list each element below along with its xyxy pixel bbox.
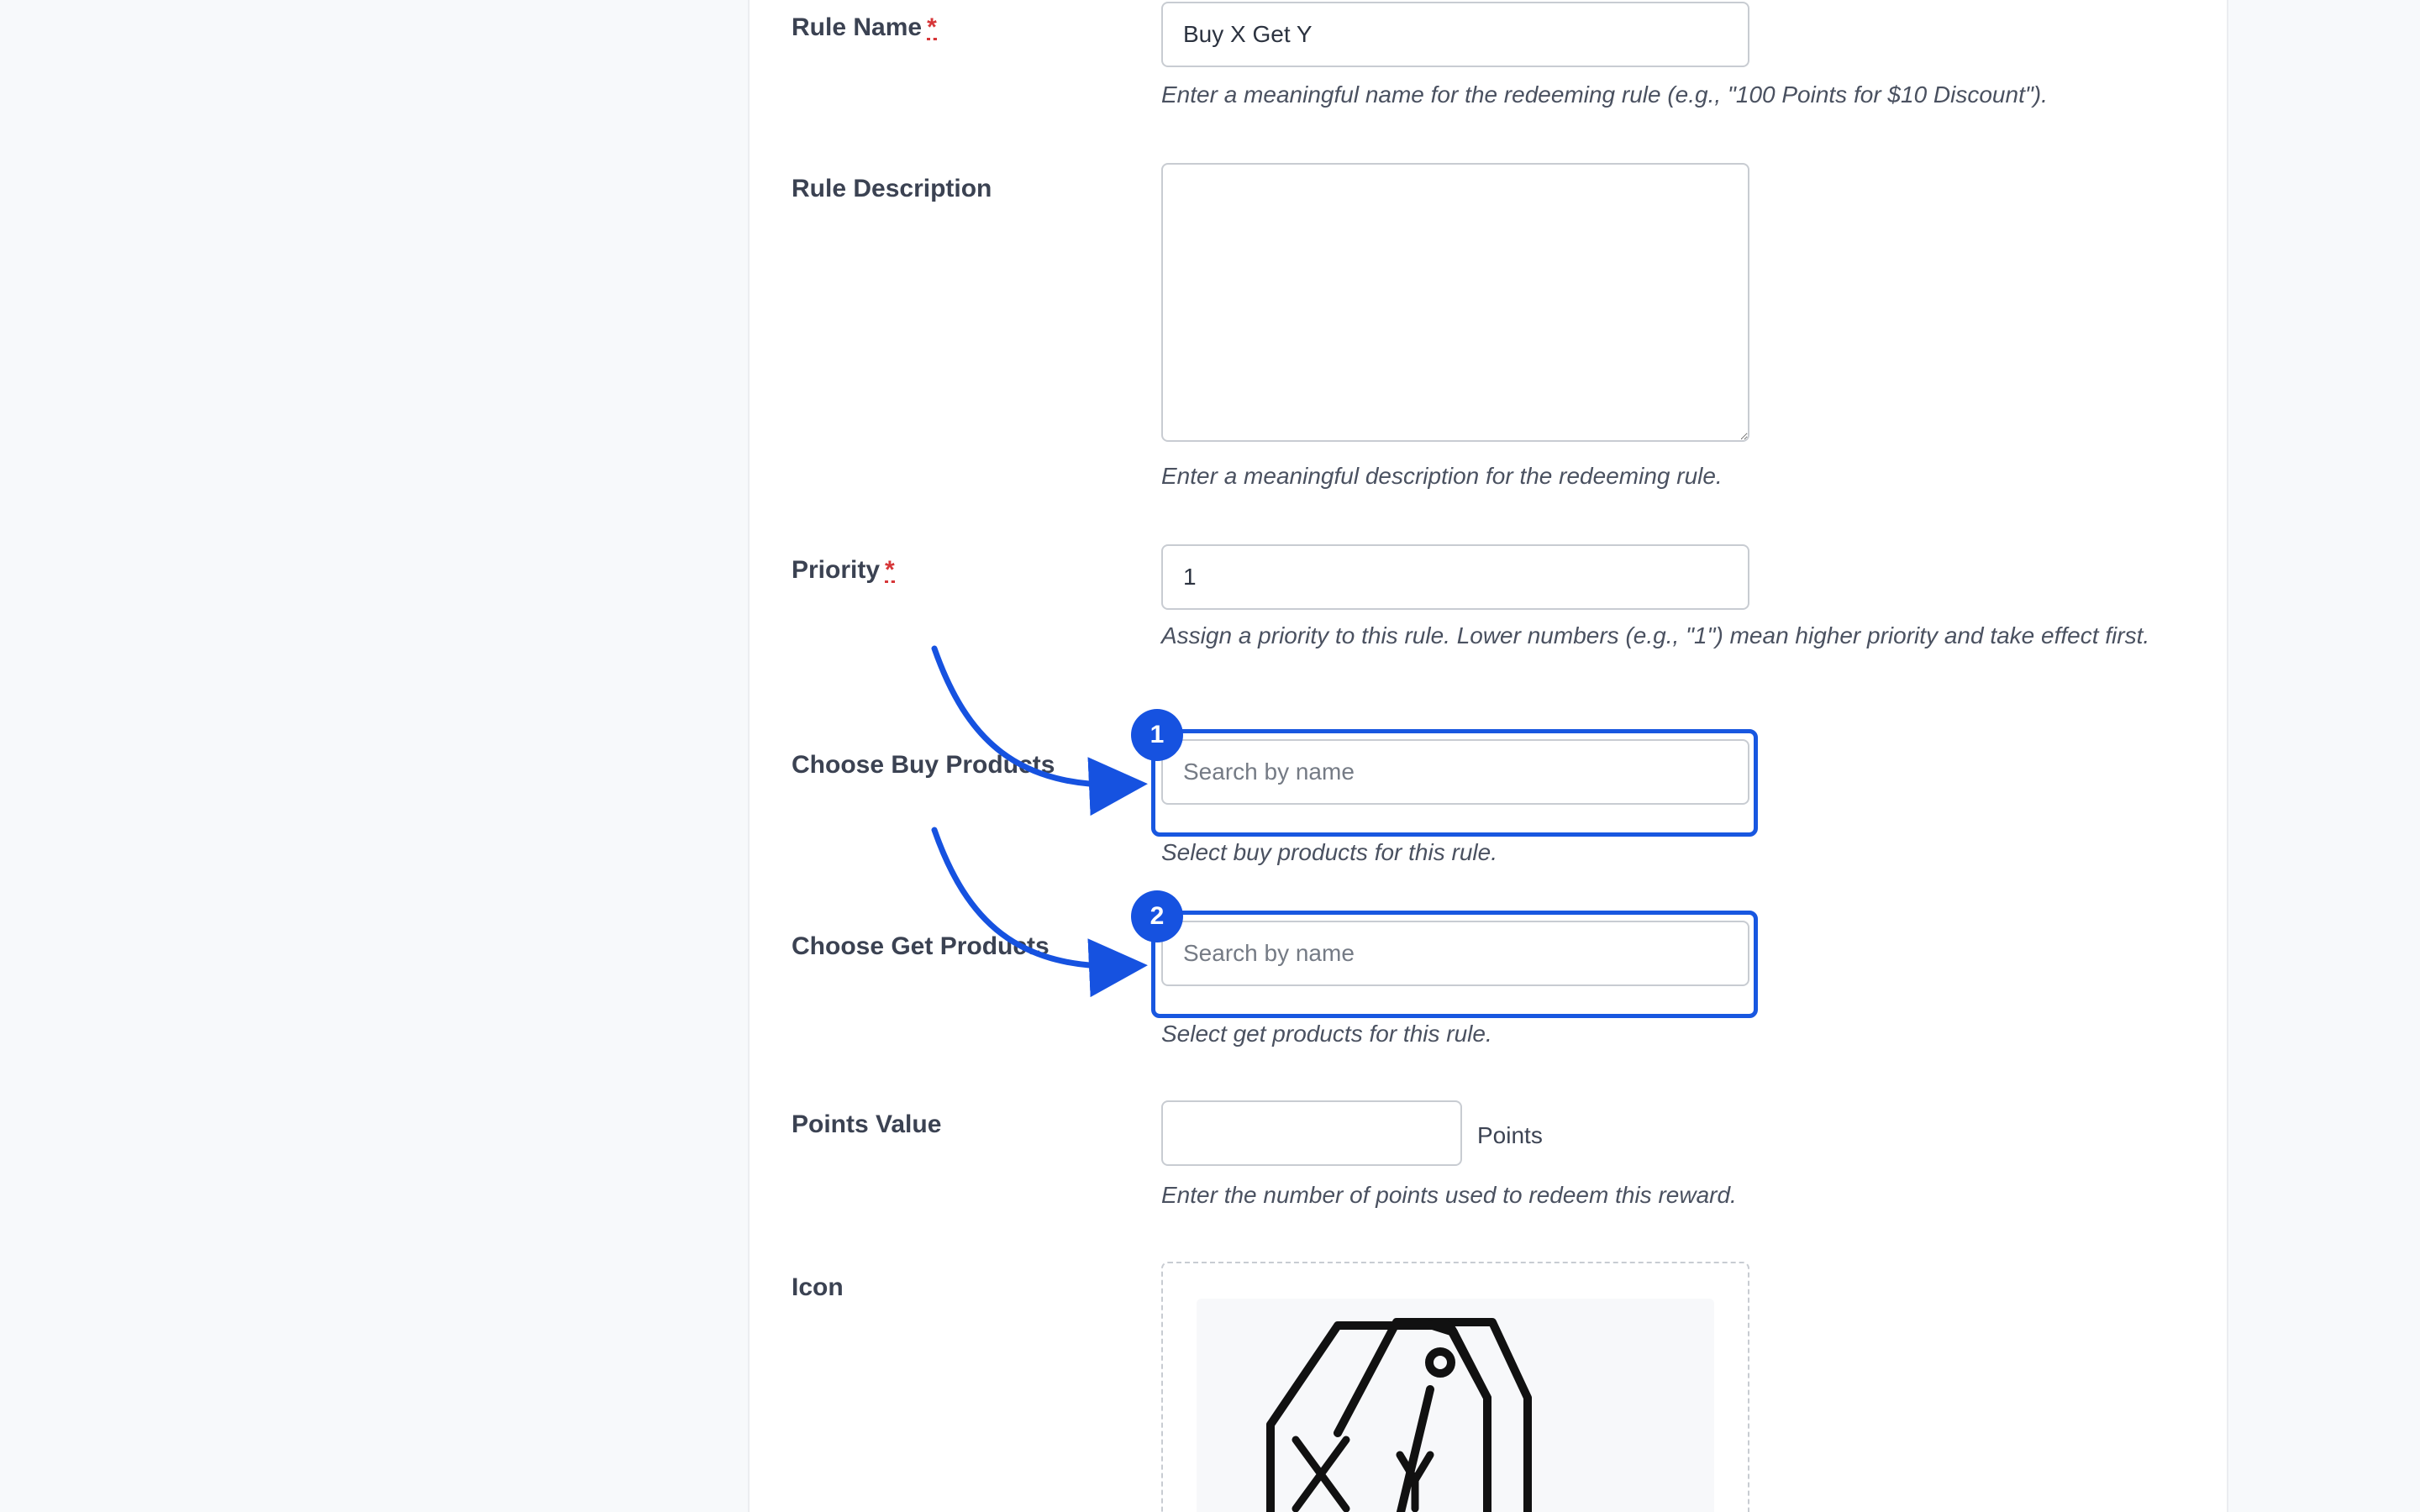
points-value-label: Points Value [792,1110,942,1138]
rule-name-label: Rule Name * [792,13,937,41]
required-marker: * [885,556,895,584]
rule-description-textarea[interactable] [1161,163,1749,442]
rule-description-label: Rule Description [792,175,992,202]
buy-products-search-input[interactable] [1161,739,1749,805]
step-badge-2: 2 [1131,890,1183,942]
rule-name-input[interactable] [1161,2,1749,67]
get-products-help: Select get products for this rule. [1161,1021,1492,1047]
priority-label: Priority * [792,556,895,584]
page: Rule Name* Enter a meaningful name for t… [0,0,2420,1512]
buy-products-help: Select buy products for this rule. [1161,839,1497,865]
icon-label: Icon [792,1273,844,1301]
buy-products-label: Choose Buy Products [792,751,1055,779]
points-value-help: Enter the number of points used to redee… [1161,1182,1737,1208]
get-products-search-input[interactable] [1161,921,1749,986]
rule-description-help: Enter a meaningful description for the r… [1161,463,1723,489]
required-marker: * [927,13,937,41]
step-badge-1: 1 [1131,709,1183,761]
get-products-label: Choose Get Products [792,932,1050,960]
priority-input[interactable] [1161,544,1749,610]
points-value-input[interactable] [1161,1100,1462,1166]
icon-preview [1197,1299,1714,1512]
icon-dropzone[interactable] [1161,1262,1749,1512]
buy-x-get-y-tags-icon [1266,1318,1532,1512]
points-suffix: Points [1477,1122,1543,1148]
priority-help: Assign a priority to this rule. Lower nu… [1161,622,2150,648]
rule-name-help: Enter a meaningful name for the redeemin… [1161,81,2048,108]
